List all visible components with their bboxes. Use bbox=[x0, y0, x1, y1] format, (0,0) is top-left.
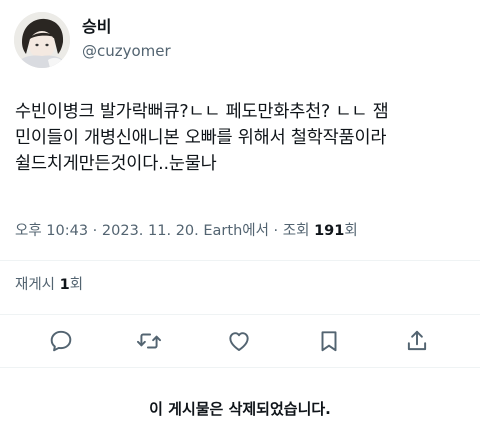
tweet-header: 승비 @cuzyomer bbox=[14, 12, 464, 72]
tweet-text: 수빈이병크 발가락뻐큐?ㄴㄴ 페도만화추천? ㄴㄴ 잼 민이들이 개병신애니본 … bbox=[15, 102, 389, 174]
retweet-stats[interactable]: 재게시 1회 bbox=[15, 274, 83, 296]
tweet-date[interactable]: 2023. 11. 20. bbox=[102, 223, 199, 239]
heart-icon bbox=[229, 332, 249, 351]
reply-icon bbox=[50, 330, 72, 352]
views-suffix: 회 bbox=[344, 223, 358, 239]
meta-separator: · bbox=[88, 223, 102, 239]
like-button[interactable] bbox=[226, 328, 252, 354]
views-label: 조회 bbox=[282, 223, 315, 239]
profile-avatar-icon bbox=[14, 12, 70, 68]
username-handle[interactable]: @cuzyomer bbox=[82, 41, 171, 61]
reply-button[interactable] bbox=[48, 328, 74, 354]
share-button[interactable] bbox=[404, 328, 430, 354]
tweet-time[interactable]: 오후 10:43 bbox=[15, 223, 88, 239]
divider bbox=[0, 367, 480, 368]
retweet-suffix: 회 bbox=[69, 277, 84, 293]
retweet-label: 재게시 bbox=[15, 277, 60, 293]
retweet-icon bbox=[136, 333, 162, 349]
deleted-notice: 이 게시물은 삭제되었습니다. bbox=[149, 400, 331, 418]
bookmark-button[interactable] bbox=[316, 328, 342, 354]
divider bbox=[0, 260, 480, 261]
tweet-meta: 오후 10:43 · 2023. 11. 20. Earth에서 · 조회 19… bbox=[15, 220, 358, 242]
divider bbox=[0, 314, 480, 315]
action-bar bbox=[0, 322, 480, 360]
retweet-count: 1 bbox=[59, 277, 70, 293]
bookmark-icon bbox=[321, 331, 337, 352]
avatar[interactable] bbox=[14, 12, 70, 68]
tweet-source: Earth에서 bbox=[198, 223, 269, 239]
retweet-button[interactable] bbox=[136, 328, 162, 354]
share-icon bbox=[407, 330, 427, 351]
views-count: 191 bbox=[314, 223, 345, 239]
meta-separator: · bbox=[268, 223, 283, 239]
display-name[interactable]: 승비 bbox=[82, 16, 171, 38]
